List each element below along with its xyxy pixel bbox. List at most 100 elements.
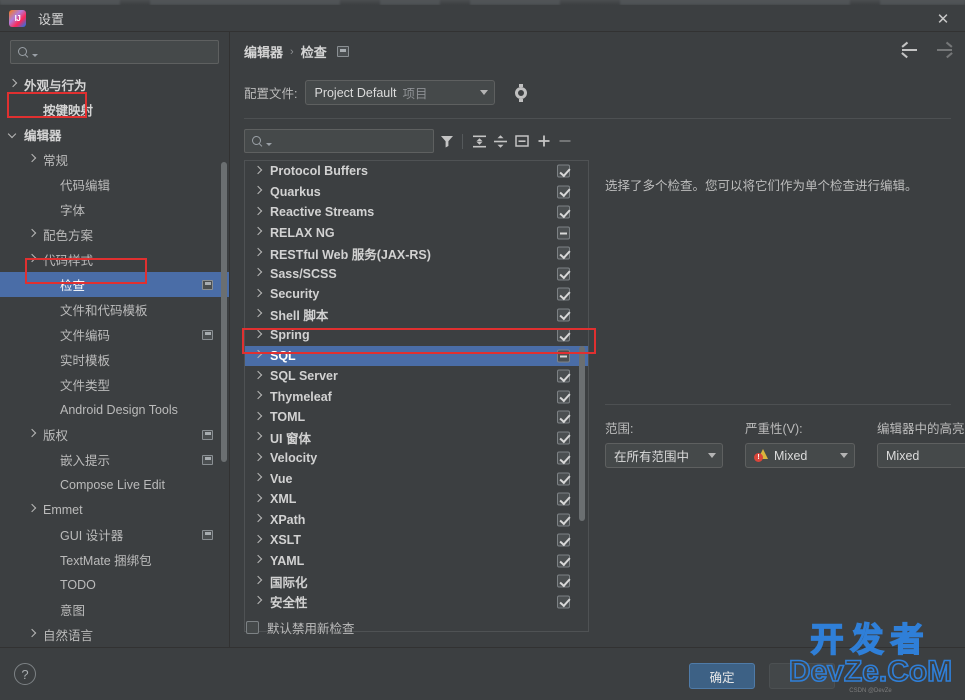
inspection-row[interactable]: XPath xyxy=(245,510,588,531)
arrow-forward-icon[interactable] xyxy=(935,41,953,59)
chevron-right-icon[interactable] xyxy=(253,391,264,402)
chevron-right-icon[interactable] xyxy=(253,371,264,382)
sidebar-scrollbar[interactable] xyxy=(221,162,227,462)
chevron-right-icon[interactable] xyxy=(27,629,38,640)
inspection-row[interactable]: TOML xyxy=(245,407,588,428)
checkbox-checked[interactable] xyxy=(557,595,570,609)
checkbox-checked[interactable] xyxy=(557,513,570,527)
gear-icon[interactable] xyxy=(513,83,529,102)
arrow-back-icon[interactable] xyxy=(901,41,919,59)
chevron-right-icon[interactable] xyxy=(27,429,38,440)
inspection-row[interactable]: 安全性 xyxy=(245,592,588,613)
chevron-right-icon[interactable] xyxy=(253,596,264,607)
chevron-right-icon[interactable] xyxy=(253,207,264,218)
sidebar-item-6[interactable]: 配色方案 xyxy=(0,222,229,247)
chevron-right-icon[interactable] xyxy=(253,289,264,300)
inspections-list[interactable]: Protocol Buffers Quarkus Reactive Streams R… xyxy=(244,160,589,632)
chevron-right-icon[interactable] xyxy=(253,535,264,546)
sidebar-item-14[interactable]: 版权 xyxy=(0,422,229,447)
ok-button[interactable]: 确定 xyxy=(689,663,755,689)
detail-field-select[interactable]: 在所有范围中 xyxy=(605,443,723,468)
sidebar-item-18[interactable]: GUI 设计器 xyxy=(0,522,229,547)
inspection-row[interactable]: SQL Server xyxy=(245,366,588,387)
inspection-row[interactable]: Velocity xyxy=(245,448,588,469)
chevron-right-icon[interactable] xyxy=(253,227,264,238)
chevron-right-icon[interactable] xyxy=(253,248,264,259)
chevron-right-icon[interactable] xyxy=(253,412,264,423)
detail-field-select[interactable]: Mixed xyxy=(877,443,965,468)
checkbox-checked[interactable] xyxy=(557,533,570,547)
collapse-all-icon[interactable] xyxy=(492,129,510,153)
inspection-row[interactable]: Security xyxy=(245,284,588,305)
sidebar-item-13[interactable]: Android Design Tools xyxy=(0,397,229,422)
sidebar-item-12[interactable]: 文件类型 xyxy=(0,372,229,397)
inspection-row[interactable]: Spring xyxy=(245,325,588,346)
sidebar-item-8[interactable]: 检查 xyxy=(0,272,229,297)
chevron-right-icon[interactable] xyxy=(27,229,38,240)
sidebar-item-1[interactable]: 按键映射 xyxy=(0,97,229,122)
chevron-right-icon[interactable] xyxy=(253,514,264,525)
chevron-right-icon[interactable] xyxy=(253,166,264,177)
profile-select[interactable]: Project Default 项目 xyxy=(305,80,496,105)
sidebar-item-0[interactable]: 外观与行为 xyxy=(0,72,229,97)
sidebar-item-15[interactable]: 嵌入提示 xyxy=(0,447,229,472)
chevron-right-icon[interactable] xyxy=(253,432,264,443)
sidebar-item-21[interactable]: 意图 xyxy=(0,597,229,622)
detail-field-select[interactable]: Mixed xyxy=(745,443,855,468)
chevron-right-icon[interactable] xyxy=(253,473,264,484)
checkbox-checked[interactable] xyxy=(557,574,570,588)
chevron-right-icon[interactable] xyxy=(253,330,264,341)
sidebar-item-16[interactable]: Compose Live Edit xyxy=(0,472,229,497)
chevron-right-icon[interactable] xyxy=(253,576,264,587)
chevron-right-icon[interactable] xyxy=(253,350,264,361)
inspection-row[interactable]: Reactive Streams xyxy=(245,202,588,223)
checkbox-checked[interactable] xyxy=(557,246,570,260)
sidebar-item-7[interactable]: 代码样式 xyxy=(0,247,229,272)
inspection-row[interactable]: UI 窗体 xyxy=(245,428,588,449)
chevron-right-icon[interactable] xyxy=(253,555,264,566)
sidebar-item-10[interactable]: 文件编码 xyxy=(0,322,229,347)
inspections-search-box[interactable] xyxy=(244,129,434,153)
inspection-row[interactable]: XSLT xyxy=(245,530,588,551)
sidebar-item-20[interactable]: TODO xyxy=(0,572,229,597)
inspection-row[interactable]: RELAX NG xyxy=(245,223,588,244)
inspection-row[interactable]: Shell 脚本 xyxy=(245,305,588,326)
inspection-row[interactable]: Protocol Buffers xyxy=(245,161,588,182)
checkbox-checked[interactable] xyxy=(557,205,570,219)
inspection-row[interactable]: RESTful Web 服务(JAX-RS) xyxy=(245,243,588,264)
inspection-row[interactable]: Vue xyxy=(245,469,588,490)
sidebar-item-5[interactable]: 字体 xyxy=(0,197,229,222)
chevron-down-icon[interactable] xyxy=(8,129,19,140)
sidebar-item-11[interactable]: 实时模板 xyxy=(0,347,229,372)
chevron-right-icon[interactable] xyxy=(253,186,264,197)
cancel-button[interactable] xyxy=(769,663,835,689)
checkbox-checked[interactable] xyxy=(557,554,570,568)
breadcrumb-parent[interactable]: 编辑器 xyxy=(244,42,283,61)
reset-icon[interactable] xyxy=(513,129,531,153)
inspection-row[interactable]: YAML xyxy=(245,551,588,572)
sidebar-item-19[interactable]: TextMate 捆绑包 xyxy=(0,547,229,572)
sidebar-item-2[interactable]: 编辑器 xyxy=(0,122,229,147)
inspection-row[interactable]: Thymeleaf xyxy=(245,387,588,408)
checkbox-checked[interactable] xyxy=(557,267,570,281)
help-button[interactable]: ? xyxy=(14,663,36,685)
chevron-right-icon[interactable] xyxy=(253,494,264,505)
disable-new-inspections-checkbox[interactable] xyxy=(246,621,259,634)
inspection-row[interactable]: Quarkus xyxy=(245,182,588,203)
sidebar-item-4[interactable]: 代码编辑 xyxy=(0,172,229,197)
checkbox-checked[interactable] xyxy=(557,369,570,383)
checkbox-partial[interactable] xyxy=(557,226,570,240)
add-icon[interactable] xyxy=(535,129,553,153)
close-icon[interactable]: ✕ xyxy=(921,5,965,32)
inspection-row[interactable]: XML xyxy=(245,489,588,510)
checkbox-checked[interactable] xyxy=(557,287,570,301)
chevron-right-icon[interactable] xyxy=(27,504,38,515)
chevron-right-icon[interactable] xyxy=(27,254,38,265)
checkbox-partial[interactable] xyxy=(557,349,570,363)
chevron-right-icon[interactable] xyxy=(27,154,38,165)
inspection-row[interactable]: Sass/SCSS xyxy=(245,264,588,285)
checkbox-checked[interactable] xyxy=(557,308,570,322)
checkbox-checked[interactable] xyxy=(557,472,570,486)
chevron-right-icon[interactable] xyxy=(253,309,264,320)
chevron-right-icon[interactable] xyxy=(253,268,264,279)
